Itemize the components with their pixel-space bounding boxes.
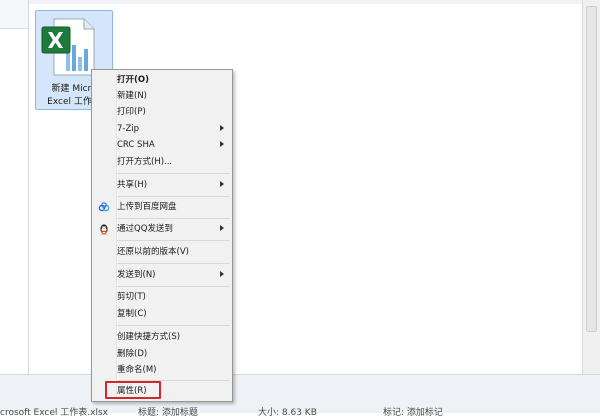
details-file-name: crosoft Excel 工作表.xlsx	[0, 408, 108, 418]
menu-item-send-to[interactable]: 发送到(N)	[94, 267, 230, 283]
menu-item-label: CRC SHA	[117, 140, 155, 150]
menu-separator	[117, 240, 230, 241]
menu-item-label: 发送到(N)	[117, 270, 156, 280]
menu-item-label: 新建(N)	[117, 91, 147, 101]
menu-item-label: 打开方式(H)...	[117, 157, 173, 167]
submenu-arrow-icon	[220, 181, 224, 187]
excel-file-icon	[41, 18, 95, 76]
menu-item-rename[interactable]: 重命名(M)	[94, 362, 230, 378]
menu-item-label: 重命名(M)	[117, 365, 157, 375]
menu-item-print[interactable]: 打印(P)	[94, 104, 230, 120]
menu-separator	[117, 173, 230, 174]
context-menu: 打开(O) 新建(N) 打印(P) 7-Zip CRC SHA 打开方式(H).…	[91, 69, 233, 402]
navigation-pane-header	[0, 0, 28, 29]
menu-item-open-with[interactable]: 打开方式(H)...	[94, 154, 230, 170]
menu-item-delete[interactable]: 删除(D)	[94, 346, 230, 362]
submenu-arrow-icon	[220, 225, 224, 231]
menu-item-restore-previous[interactable]: 还原以前的版本(V)	[94, 244, 230, 260]
details-tags[interactable]: 标记: 添加标记	[383, 405, 443, 418]
menu-item-open[interactable]: 打开(O)	[94, 72, 230, 88]
properties-highlight-box	[105, 381, 161, 399]
menu-item-upload-baidu[interactable]: 上传到百度网盘	[94, 199, 230, 215]
menu-item-label: 共享(H)	[117, 180, 148, 190]
scrollbar-thumb[interactable]	[586, 6, 597, 332]
menu-item-label: 创建快捷方式(S)	[117, 332, 181, 342]
submenu-arrow-icon	[220, 141, 224, 147]
menu-item-label: 复制(C)	[117, 309, 147, 319]
details-size: 大小: 8.63 KB	[258, 408, 317, 418]
menu-item-crc-sha[interactable]: CRC SHA	[94, 137, 230, 153]
menu-item-label: 删除(D)	[117, 349, 148, 359]
details-pane: crosoft Excel 工作表.xlsx 标题: 添加标题 大小: 8.63…	[0, 374, 600, 418]
vertical-scrollbar[interactable]	[582, 0, 600, 374]
details-title[interactable]: 标题: 添加标题	[138, 405, 198, 418]
submenu-arrow-icon	[220, 271, 224, 277]
menu-item-create-shortcut[interactable]: 创建快捷方式(S)	[94, 329, 230, 345]
menu-item-label: 上传到百度网盘	[117, 202, 177, 212]
menu-item-label: 7-Zip	[117, 124, 140, 134]
menu-item-new[interactable]: 新建(N)	[94, 88, 230, 104]
menu-item-label: 通过QQ发送到	[117, 224, 173, 234]
menu-separator	[117, 286, 230, 287]
qq-penguin-icon	[100, 224, 108, 235]
menu-item-copy[interactable]: 复制(C)	[94, 306, 230, 322]
menu-item-label: 打印(P)	[117, 107, 146, 117]
menu-item-label: 还原以前的版本(V)	[117, 247, 189, 257]
baidu-netdisk-icon	[98, 202, 110, 212]
menu-separator	[117, 196, 230, 197]
menu-separator	[117, 325, 230, 326]
submenu-arrow-icon	[220, 125, 224, 131]
menu-item-label: 剪切(T)	[117, 292, 146, 302]
menu-item-cut[interactable]: 剪切(T)	[94, 289, 230, 305]
menu-separator	[117, 218, 230, 219]
menu-item-7zip[interactable]: 7-Zip	[94, 121, 230, 137]
menu-item-label: 打开(O)	[117, 75, 149, 85]
navigation-pane[interactable]	[0, 0, 28, 374]
menu-item-send-via-qq[interactable]: 通过QQ发送到	[94, 221, 230, 237]
menu-item-share[interactable]: 共享(H)	[94, 177, 230, 193]
top-strip	[29, 0, 582, 4]
pane-divider[interactable]	[28, 0, 29, 374]
menu-separator	[117, 263, 230, 264]
